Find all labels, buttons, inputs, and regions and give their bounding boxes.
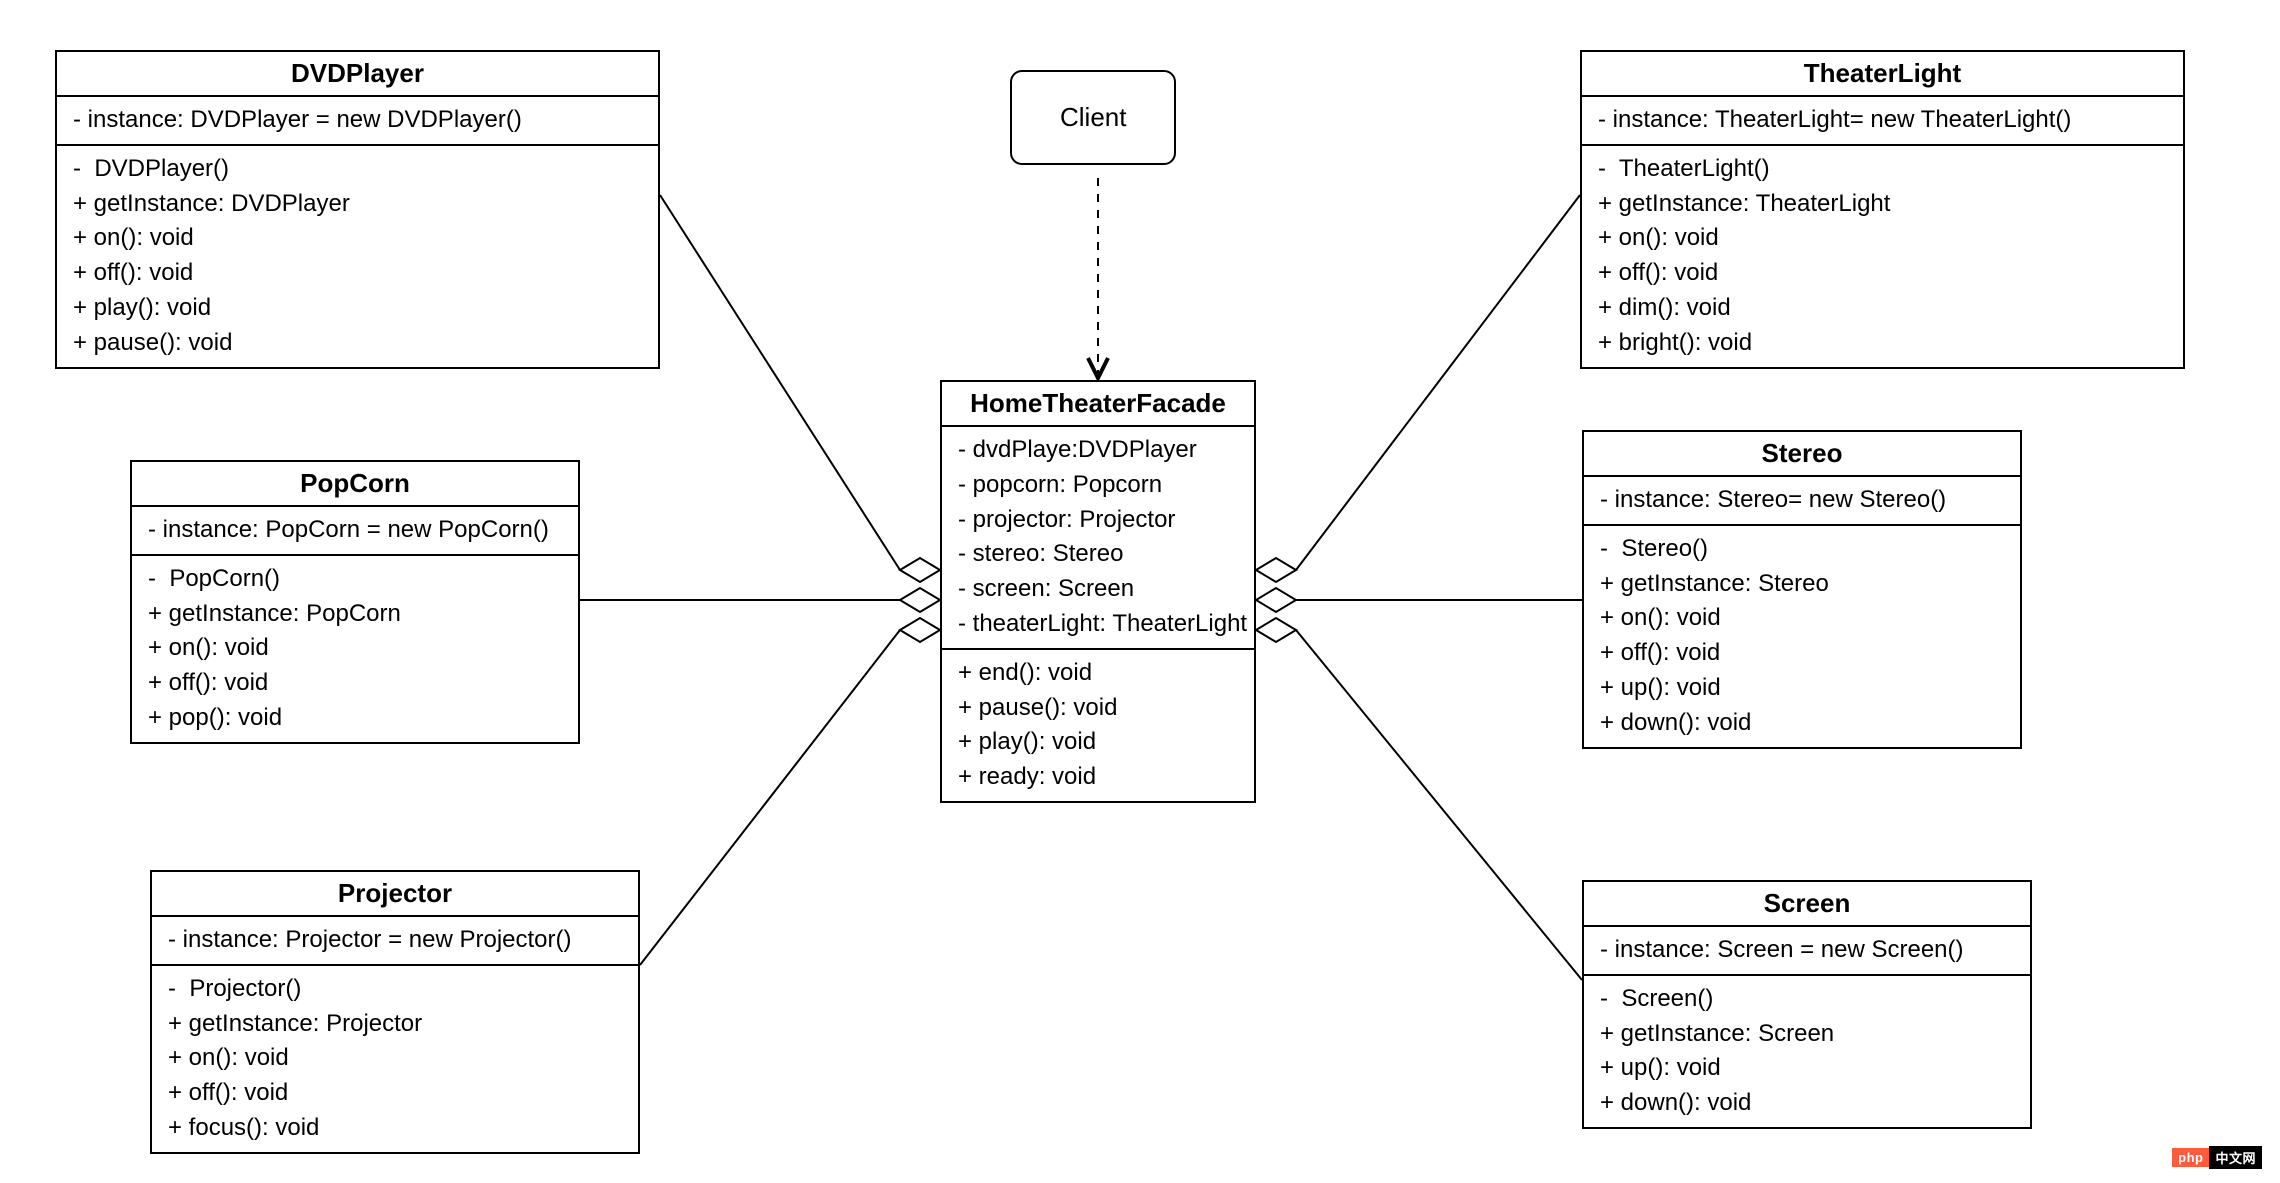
field-section: - instance: Screen = new Screen() (1584, 927, 2030, 974)
method-section: + end(): void+ pause(): void+ play(): vo… (942, 648, 1254, 801)
uml-member: + up(): void (1600, 1051, 2014, 1086)
watermark-right: 中文网 (2209, 1146, 2262, 1169)
uml-member: - Projector() (168, 972, 622, 1007)
class-title: Stereo (1584, 432, 2020, 477)
client-label: Client (1060, 102, 1126, 132)
diamond-left-bot (900, 618, 940, 642)
uml-member: + off(): void (1600, 636, 2004, 671)
edge-facade-theaterlight (1296, 195, 1580, 570)
uml-member: + bright(): void (1598, 326, 2167, 361)
field-section: - instance: Projector = new Projector() (152, 917, 638, 964)
uml-member: - TheaterLight() (1598, 152, 2167, 187)
diamond-right-bot (1256, 618, 1296, 642)
uml-member: - PopCorn() (148, 562, 562, 597)
uml-member: + ready: void (958, 760, 1238, 795)
uml-member: + play(): void (73, 291, 642, 326)
uml-member: - instance: PopCorn = new PopCorn() (148, 513, 562, 548)
uml-member: - theaterLight: TheaterLight (958, 607, 1238, 642)
class-title: Screen (1584, 882, 2030, 927)
uml-member: + getInstance: Screen (1600, 1017, 2014, 1052)
class-popcorn: PopCorn - instance: PopCorn = new PopCor… (130, 460, 580, 744)
uml-member: - screen: Screen (958, 572, 1238, 607)
uml-member: - Screen() (1600, 982, 2014, 1017)
uml-member: - stereo: Stereo (958, 537, 1238, 572)
uml-member: + on(): void (1598, 221, 2167, 256)
class-hometheaterfacade: HomeTheaterFacade - dvdPlaye:DVDPlayer- … (940, 380, 1256, 803)
method-section: - TheaterLight()+ getInstance: TheaterLi… (1582, 144, 2183, 367)
diamond-right-mid (1256, 588, 1296, 612)
class-title: Projector (152, 872, 638, 917)
uml-member: + up(): void (1600, 671, 2004, 706)
class-title: TheaterLight (1582, 52, 2183, 97)
method-section: - Screen()+ getInstance: Screen+ up(): v… (1584, 974, 2030, 1127)
method-section: - DVDPlayer()+ getInstance: DVDPlayer+ o… (57, 144, 658, 367)
class-title: DVDPlayer (57, 52, 658, 97)
uml-member: + getInstance: DVDPlayer (73, 187, 642, 222)
uml-member: - popcorn: Popcorn (958, 468, 1238, 503)
class-dvdplayer: DVDPlayer - instance: DVDPlayer = new DV… (55, 50, 660, 369)
edge-facade-projector (640, 630, 900, 965)
uml-member: + off(): void (168, 1076, 622, 1111)
uml-member: + pause(): void (73, 326, 642, 361)
uml-member: + getInstance: Projector (168, 1007, 622, 1042)
uml-member: + on(): void (73, 221, 642, 256)
class-title: HomeTheaterFacade (942, 382, 1254, 427)
method-section: - PopCorn()+ getInstance: PopCorn+ on():… (132, 554, 578, 742)
method-section: - Stereo()+ getInstance: Stereo+ on(): v… (1584, 524, 2020, 747)
class-screen: Screen - instance: Screen = new Screen()… (1582, 880, 2032, 1129)
method-section: - Projector()+ getInstance: Projector+ o… (152, 964, 638, 1152)
uml-member: + off(): void (73, 256, 642, 291)
class-projector: Projector - instance: Projector = new Pr… (150, 870, 640, 1154)
field-section: - instance: TheaterLight= new TheaterLig… (1582, 97, 2183, 144)
uml-member: + pop(): void (148, 701, 562, 736)
uml-member: + on(): void (168, 1041, 622, 1076)
uml-member: + dim(): void (1598, 291, 2167, 326)
client-node: Client (1010, 70, 1176, 165)
uml-member: + focus(): void (168, 1111, 622, 1146)
uml-member: - instance: Stereo= new Stereo() (1600, 483, 2004, 518)
uml-member: - DVDPlayer() (73, 152, 642, 187)
uml-member: + on(): void (148, 631, 562, 666)
uml-member: + play(): void (958, 725, 1238, 760)
field-section: - instance: Stereo= new Stereo() (1584, 477, 2020, 524)
field-section: - dvdPlaye:DVDPlayer- popcorn: Popcorn- … (942, 427, 1254, 648)
class-theaterlight: TheaterLight - instance: TheaterLight= n… (1580, 50, 2185, 369)
uml-member: - dvdPlaye:DVDPlayer (958, 433, 1238, 468)
uml-member: + on(): void (1600, 601, 2004, 636)
diagram-canvas: Client HomeTheaterFacade - dvdPlaye:DVDP… (0, 0, 2280, 1183)
watermark-left: php (2172, 1148, 2209, 1167)
class-stereo: Stereo - instance: Stereo= new Stereo() … (1582, 430, 2022, 749)
uml-member: - instance: Screen = new Screen() (1600, 933, 2014, 968)
uml-member: + end(): void (958, 656, 1238, 691)
uml-member: + down(): void (1600, 706, 2004, 741)
uml-member: + off(): void (148, 666, 562, 701)
uml-member: + down(): void (1600, 1086, 2014, 1121)
diamond-left-mid (900, 588, 940, 612)
field-section: - instance: DVDPlayer = new DVDPlayer() (57, 97, 658, 144)
uml-member: - instance: TheaterLight= new TheaterLig… (1598, 103, 2167, 138)
diamond-right-top (1256, 558, 1296, 582)
uml-member: - Stereo() (1600, 532, 2004, 567)
edge-facade-dvdplayer (660, 195, 900, 570)
class-title: PopCorn (132, 462, 578, 507)
edge-facade-screen (1296, 630, 1582, 980)
uml-member: + getInstance: Stereo (1600, 567, 2004, 602)
uml-member: + getInstance: PopCorn (148, 597, 562, 632)
diamond-left-top (900, 558, 940, 582)
watermark: php 中文网 (2172, 1146, 2262, 1169)
field-section: - instance: PopCorn = new PopCorn() (132, 507, 578, 554)
uml-member: - instance: Projector = new Projector() (168, 923, 622, 958)
uml-member: - projector: Projector (958, 503, 1238, 538)
uml-member: - instance: DVDPlayer = new DVDPlayer() (73, 103, 642, 138)
uml-member: + getInstance: TheaterLight (1598, 187, 2167, 222)
uml-member: + pause(): void (958, 691, 1238, 726)
uml-member: + off(): void (1598, 256, 2167, 291)
